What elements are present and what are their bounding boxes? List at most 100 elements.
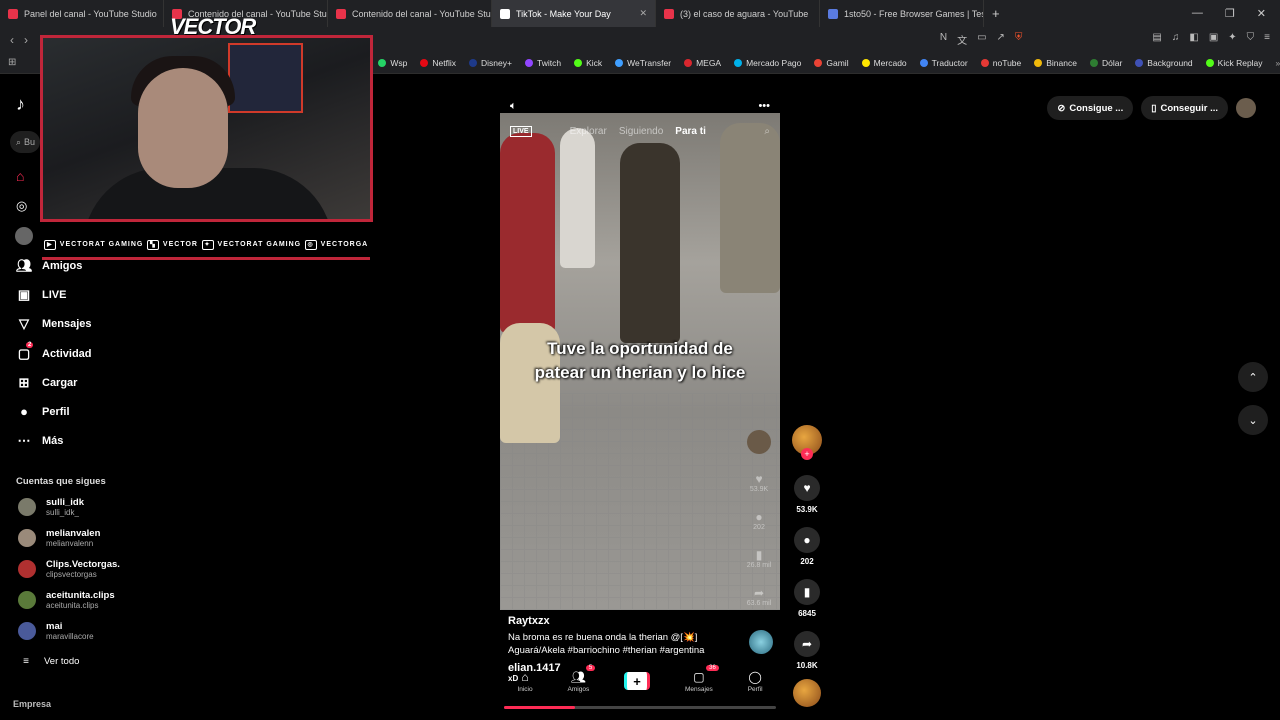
tab-para-ti[interactable]: Para ti <box>675 126 706 137</box>
share-button[interactable]: ➦ 10.8K <box>790 631 824 670</box>
scroll-up-button[interactable]: ⌃ <box>1238 362 1268 392</box>
back-icon[interactable]: ‹ <box>10 33 14 47</box>
see-all-link[interactable]: ≡ Ver todo <box>18 656 79 667</box>
followed-account[interactable]: melianvalen melianvalenn <box>18 528 100 548</box>
notion-icon[interactable]: N <box>940 32 947 47</box>
home-icon[interactable]: ⌂ <box>16 168 24 184</box>
bookmark-item[interactable]: Wsp <box>378 58 407 68</box>
brave-shield-icon[interactable]: ⛨ <box>1015 32 1023 47</box>
browser-tab[interactable]: Panel del canal - YouTube Studio <box>0 0 164 27</box>
bottom-nav-item[interactable]: ▢ 36 Mensajes <box>685 664 719 693</box>
tab-siguiendo[interactable]: Siguiendo <box>619 126 663 137</box>
leo-icon[interactable]: ✦ <box>1228 32 1236 47</box>
share-icon[interactable]: ↗ <box>997 32 1005 47</box>
volume-icon[interactable]: 🔈︎ <box>510 100 517 113</box>
bottom-nav-item[interactable]: + <box>624 672 651 690</box>
forward-icon[interactable]: › <box>24 33 28 47</box>
search-box[interactable]: ⌕ Bu <box>10 131 40 153</box>
footer-company[interactable]: Empresa <box>13 699 51 709</box>
top-right-actions: ⊘ Consigue ... ▯ Conseguir ... <box>1047 96 1256 120</box>
screen-icon[interactable]: ▭ <box>977 32 986 47</box>
bookmark-favicon-icon <box>1089 58 1098 67</box>
bookmark-item[interactable]: Gamil <box>814 58 849 68</box>
sidebar-item-mensajes[interactable]: ▽ Mensajes <box>16 316 92 332</box>
follow-plus-icon[interactable]: + <box>801 448 813 460</box>
bookmark-item[interactable]: Binance <box>1034 58 1077 68</box>
restore-icon[interactable]: ❐ <box>1225 7 1235 20</box>
sidebar-item-perfil[interactable]: ● Perfil <box>16 404 69 419</box>
followed-account[interactable]: mai maravillacore <box>18 621 94 641</box>
bookmark-item[interactable]: noTube <box>980 57 1022 68</box>
explore-icon[interactable]: ◎ <box>16 198 27 214</box>
bookmark-item[interactable]: Kick Replay <box>1205 58 1263 68</box>
tab-explorar[interactable]: Explorar <box>570 126 607 137</box>
followed-account[interactable]: sulli_idk sulli_idk_ <box>18 497 84 517</box>
sound-avatar[interactable] <box>790 679 824 707</box>
tiktok-logo-icon[interactable]: ♪ <box>16 94 25 115</box>
reader-icon[interactable]: ▤ <box>1152 32 1161 47</box>
sidebar-item-live[interactable]: ▣ LIVE <box>16 287 67 303</box>
bookmark-item[interactable]: MEGA <box>684 58 721 68</box>
sidebar-item-ms[interactable]: ⋯ Más <box>16 433 64 449</box>
bottom-nav-item[interactable]: ◯ Perfil <box>748 670 763 693</box>
sidebar-item-actividad[interactable]: ▢ 2 Actividad <box>16 342 92 362</box>
bookmark-item[interactable]: Dólar <box>1089 58 1122 68</box>
minimize-icon[interactable]: — <box>1192 7 1203 20</box>
bookmark-item[interactable]: Netflix <box>420 58 456 68</box>
chevron-down-icon: ⌄ <box>1248 414 1258 427</box>
bookmark-label: Mercado Pago <box>746 57 802 68</box>
bookmark-item[interactable]: WeTransfer <box>615 58 671 68</box>
bookmark-item[interactable]: Disney+ <box>469 58 512 68</box>
followed-account[interactable]: Clips.Vectorgas. clipsvectorgas <box>18 559 120 579</box>
bookmark-item[interactable]: Twitch <box>524 58 561 68</box>
close-window-icon[interactable]: ✕ <box>1257 7 1266 20</box>
music-disc[interactable] <box>749 630 773 654</box>
search-input[interactable]: Bu <box>24 137 35 147</box>
in-video-actions: ♥ 53.9K ● 202 ▮ 26.8 mil ➦ 63.6 mil <box>744 430 774 624</box>
wallet-icon[interactable]: ▣ <box>1209 32 1218 47</box>
live-badge[interactable]: LIVE <box>510 126 532 137</box>
share-count: 10.8K <box>796 661 818 670</box>
video-author[interactable]: Raytxzx <box>508 615 550 627</box>
bookmark-item[interactable]: Mercado <box>861 58 907 68</box>
browser-tab[interactable]: TikTok - Make Your Day ✕ <box>492 0 656 27</box>
new-tab-button[interactable]: + <box>992 6 1000 21</box>
vpn-icon[interactable]: ⛉ <box>1247 32 1255 47</box>
user-avatar[interactable] <box>1236 98 1256 118</box>
like-button[interactable]: ♥ 53.9K <box>790 475 824 514</box>
bookmark-item[interactable]: Traductor <box>919 57 968 68</box>
menu-icon[interactable]: ≡ <box>1264 32 1270 47</box>
translate-icon[interactable]: 文 <box>957 32 967 47</box>
browser-tab[interactable]: 1sto50 - Free Browser Games | Test Y <box>820 0 984 27</box>
scroll-down-button[interactable]: ⌄ <box>1238 405 1268 435</box>
comment-button[interactable]: ● 202 <box>790 527 824 566</box>
sidebar-item-cargar[interactable]: ⊞ Cargar <box>16 375 78 391</box>
sidebar-icon[interactable]: ◧ <box>1189 32 1198 47</box>
bottom-nav-item[interactable]: 👥︎ 5 Amigos <box>568 664 596 693</box>
bookmark-label: Traductor <box>931 57 968 68</box>
save-button[interactable]: ▮ 6845 <box>790 579 824 618</box>
creator-avatar[interactable]: + <box>790 425 824 460</box>
see-all-label: Ver todo <box>44 656 80 667</box>
get-coins-button[interactable]: ⊘ Consigue ... <box>1047 96 1134 120</box>
video-progress[interactable] <box>504 706 776 709</box>
video-search-icon[interactable]: ⌕ <box>764 126 770 137</box>
following-avatar[interactable] <box>15 227 33 245</box>
more-bookmarks-icon[interactable]: » <box>1276 58 1280 68</box>
sidebar-item-amigos[interactable]: 👥︎ Amigos <box>16 258 82 274</box>
tab-close-icon[interactable]: ✕ <box>639 8 647 19</box>
more-options-icon[interactable]: ••• <box>758 100 770 113</box>
followed-account[interactable]: aceitunita.clips aceitunita.clips <box>18 590 115 610</box>
music-icon[interactable]: ♫ <box>1172 32 1180 47</box>
get-app-button[interactable]: ▯ Conseguir ... <box>1141 96 1228 120</box>
bookmark-item[interactable]: Background <box>1135 58 1193 68</box>
browser-tab[interactable]: Contenido del canal - YouTube Studio <box>328 0 492 27</box>
window-controls: — ❐ ✕ <box>1192 7 1280 20</box>
apps-icon[interactable]: ⊞ <box>8 57 16 68</box>
bookmark-item[interactable]: Kick <box>574 58 602 68</box>
bottom-nav-item[interactable]: ⌂ Inicio <box>517 670 532 693</box>
video-player[interactable]: LIVE Explorar Siguiendo Para ti ⌕ Tuve l… <box>500 113 780 610</box>
bookmark-label: noTube <box>992 57 1022 68</box>
browser-tab[interactable]: (3) el caso de aguara - YouTube <box>656 0 820 27</box>
bookmark-item[interactable]: Mercado Pago <box>734 58 801 68</box>
